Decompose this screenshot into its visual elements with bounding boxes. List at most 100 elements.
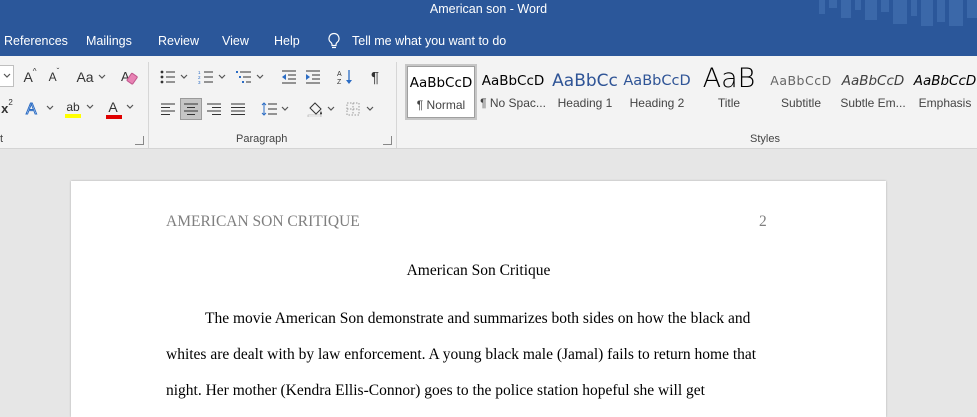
line-spacing-button[interactable]: [258, 98, 292, 120]
style-name: Heading 1: [557, 96, 613, 110]
align-left-icon: [161, 103, 175, 115]
tell-me-box[interactable]: Tell me what you want to do: [326, 26, 506, 56]
tab-help[interactable]: Help: [274, 26, 300, 56]
eraser-icon: A: [121, 69, 138, 85]
justify-icon: [231, 103, 245, 115]
chevron-down-icon: [366, 106, 374, 111]
align-right-icon: [207, 103, 221, 115]
style-subtle-emphasis[interactable]: AaBbCcD Subtle Em...: [837, 64, 909, 120]
title-bar: American son - Word: [0, 0, 977, 26]
style-title[interactable]: AaB Title: [693, 64, 765, 120]
group-divider: [396, 62, 397, 148]
font-dialog-launcher[interactable]: [135, 136, 144, 145]
style-name: ¶ Normal: [416, 98, 466, 112]
justify-button[interactable]: [228, 98, 248, 120]
tab-review[interactable]: Review: [158, 26, 199, 56]
svg-text:3: 3: [198, 80, 201, 84]
change-case-button[interactable]: Aa: [74, 67, 108, 87]
text-effects-icon: A: [26, 101, 38, 118]
show-formatting-button[interactable]: ¶: [364, 67, 386, 87]
tab-mailings[interactable]: Mailings: [86, 26, 132, 56]
style-normal[interactable]: AaBbCcD ¶ Normal: [405, 64, 477, 120]
align-right-button[interactable]: [204, 98, 224, 120]
style-sample: AaBbCcD: [913, 73, 977, 89]
body-text-line: night. Her mother (Kendra Ellis-Connor) …: [166, 382, 705, 399]
paint-bucket-icon: [307, 102, 322, 117]
superscript-label: x: [1, 100, 9, 116]
shading-button[interactable]: [304, 98, 338, 120]
superscript-button[interactable]: x2: [0, 98, 14, 118]
font-color-button[interactable]: A: [104, 98, 138, 120]
highlight-color-button[interactable]: ab: [62, 98, 98, 120]
chevron-down-icon: [126, 104, 134, 109]
sort-icon: A Z: [337, 70, 352, 85]
style-sample: AaBbCcD: [623, 73, 691, 89]
style-name: ¶ No Spac...: [480, 96, 546, 110]
chevron-down-icon: [180, 74, 188, 79]
grow-font-button[interactable]: A ^: [20, 67, 40, 87]
ribbon-tabs: References Mailings Review View Help Tel…: [0, 26, 977, 56]
document-title: American Son Critique: [406, 262, 551, 279]
group-divider: [148, 62, 149, 148]
chevron-down-icon: [46, 105, 54, 110]
bullets-button[interactable]: [158, 67, 190, 87]
decrease-indent-button[interactable]: [278, 67, 300, 87]
style-no-spacing[interactable]: AaBbCcD ¶ No Spac...: [477, 64, 549, 120]
svg-text:Z: Z: [337, 79, 342, 85]
borders-button[interactable]: [342, 98, 378, 120]
shrink-font-button[interactable]: Aˇ: [44, 67, 64, 87]
chevron-down-icon: [281, 106, 289, 111]
bullet-list-icon: [160, 70, 175, 84]
style-name: Heading 2: [629, 96, 685, 110]
body-text-line: The movie American Son demonstrate and s…: [205, 310, 751, 327]
style-heading-2[interactable]: AaBbCcD Heading 2: [621, 64, 693, 120]
style-heading-1[interactable]: AaBbCc Heading 1: [549, 64, 621, 120]
styles-gallery: AaBbCcD ¶ Normal AaBbCcD ¶ No Spac... Aa…: [403, 62, 977, 122]
line-spacing-icon: [261, 102, 277, 116]
style-name: Title: [717, 96, 741, 110]
sort-button[interactable]: A Z: [334, 67, 356, 87]
align-left-button[interactable]: [158, 98, 178, 120]
style-name: Subtle Em...: [840, 96, 906, 110]
style-name: Subtitle: [780, 96, 822, 110]
paragraph-dialog-launcher[interactable]: [383, 136, 392, 145]
increase-indent-button[interactable]: [302, 67, 324, 87]
chevron-down-icon: [3, 73, 10, 78]
style-subtitle[interactable]: AaBbCcD Subtitle: [765, 64, 837, 120]
decrease-indent-icon: [282, 70, 296, 84]
tab-view[interactable]: View: [222, 26, 249, 56]
align-center-button[interactable]: [180, 98, 202, 120]
font-size-dropdown[interactable]: [0, 65, 14, 87]
style-sample: AaBbCcD: [409, 75, 473, 91]
style-sample: AaBbCcD: [770, 73, 832, 88]
font-color-swatch: [106, 115, 122, 119]
style-sample: AaB: [702, 64, 756, 94]
running-header: AMERICAN SON CRITIQUE: [166, 213, 360, 230]
multilevel-list-icon: [236, 71, 251, 83]
numbering-button[interactable]: 1 2 3: [196, 67, 228, 87]
page-number: 2: [759, 213, 767, 230]
style-sample: AaBbCcD: [841, 73, 905, 89]
font-color-label: A: [108, 99, 118, 115]
borders-icon: [346, 102, 360, 116]
style-emphasis[interactable]: AaBbCcD Emphasis: [909, 64, 977, 120]
shrink-font-label: A: [48, 70, 57, 84]
style-sample: AaBbCc: [552, 71, 618, 91]
document-page[interactable]: AMERICAN SON CRITIQUE 2 American Son Cri…: [71, 181, 886, 417]
change-case-label: Aa: [76, 69, 94, 85]
font-group-label: t: [0, 133, 4, 145]
multilevel-list-button[interactable]: [234, 67, 266, 87]
clear-formatting-button[interactable]: A: [118, 67, 140, 87]
pilcrow-icon: ¶: [370, 68, 380, 86]
highlight-label: ab: [66, 100, 80, 114]
title-bar-pattern: [819, 0, 977, 26]
tab-references[interactable]: References: [4, 26, 68, 56]
chevron-down-icon: [256, 74, 264, 79]
chevron-down-icon: [327, 106, 335, 111]
text-effects-button[interactable]: A: [22, 98, 56, 118]
styles-group-label: Styles: [750, 133, 780, 145]
grow-font-label: A: [23, 69, 33, 85]
lightbulb-icon: [328, 32, 340, 49]
svg-text:A: A: [337, 71, 342, 78]
chevron-down-icon: [86, 104, 94, 109]
